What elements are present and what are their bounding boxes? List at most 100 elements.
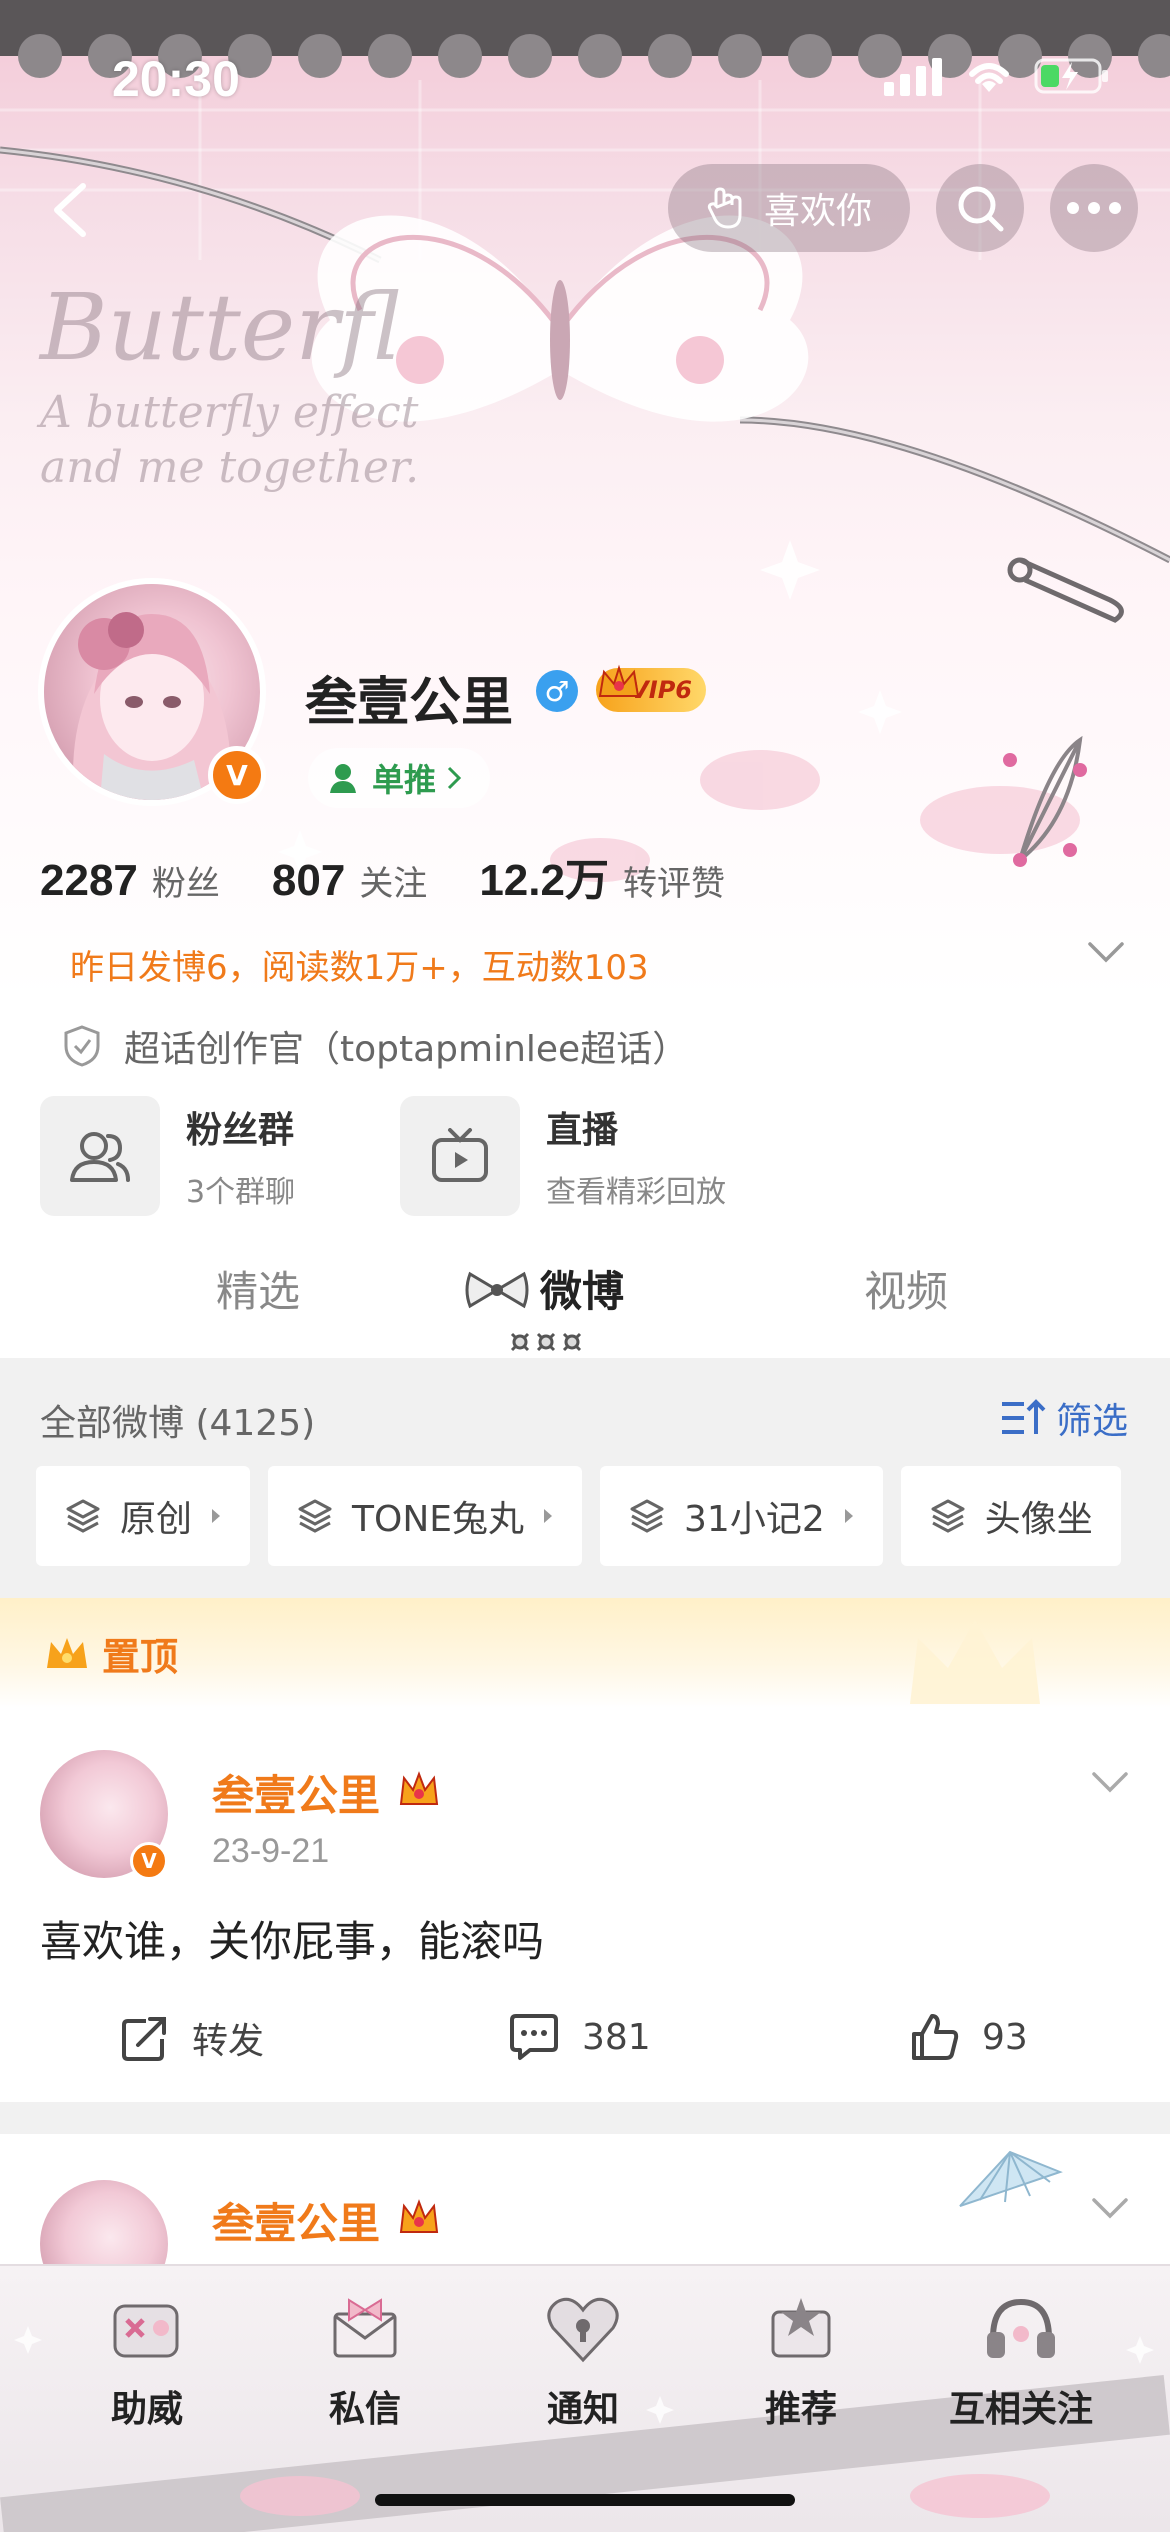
feature-subtitle: 3个群聊 [186, 1175, 296, 1210]
fans-group-icon [40, 1096, 160, 1216]
like-button[interactable]: 93 [910, 2012, 1028, 2062]
category-chips: 原创 TONE兔丸 31小记2 头像坐 [36, 1466, 1121, 1566]
chevron-left-icon [54, 183, 86, 237]
post-author[interactable]: 叁壹公里 [212, 1762, 380, 1823]
profile-tabs: 精选 微博 视频 [0, 1230, 1170, 1358]
cover-script-title: Butterfl [40, 274, 401, 381]
chip-original[interactable]: 原创 [36, 1466, 251, 1566]
layers-icon [630, 1499, 664, 1533]
cheer-icon [102, 2286, 192, 2370]
stat-following[interactable]: 807 关注 [272, 856, 427, 906]
chip-label: 头像坐 [984, 1499, 1093, 1540]
home-indicator [375, 2494, 795, 2506]
super-topic-row[interactable]: 超话创作官（toptapminlee超话） [62, 1020, 688, 1072]
caret-right-icon [544, 1509, 553, 1523]
thumbs-up-icon [912, 2014, 959, 2060]
headphones-icon [976, 2286, 1066, 2370]
vip-crown-icon [399, 2199, 439, 2233]
cover-script-text: Butterfl A butterfly effect and me toget… [40, 270, 419, 495]
heart-lock-icon [538, 2286, 628, 2370]
single-fan-tag[interactable]: 单推 [308, 748, 491, 808]
repost-button[interactable]: 转发 [120, 2012, 264, 2064]
gender-male-icon: ♂ [536, 670, 578, 712]
more-dots-icon [1067, 202, 1121, 214]
tab-notifications[interactable]: 通知 [498, 2286, 668, 2432]
activity-brief[interactable]: 昨日发博6，阅读数1万+，互动数103 [70, 940, 649, 989]
stat-value: 2287 [40, 856, 138, 905]
feed-separator [0, 2102, 1170, 2134]
post-card[interactable]: 叁壹公里 [0, 2134, 1170, 2308]
chip-notes[interactable]: 31小记2 [600, 1466, 883, 1566]
stat-label: 关注 [359, 864, 428, 904]
tab-cheer[interactable]: 助威 [62, 2286, 232, 2432]
search-icon [958, 186, 1004, 232]
live-entry[interactable]: 直播 查看精彩回放 [400, 1096, 726, 1216]
feed-filter-area: 全部微博 (4125) 筛选 原创 TONE兔丸 31小记2 头像坐 [0, 1358, 1170, 1598]
stat-interactions[interactable]: 12.2万 转评赞 [479, 844, 725, 908]
tab-label: 私信 [328, 2389, 401, 2430]
tab-recommend[interactable]: 推荐 [716, 2286, 886, 2432]
like-you-label: 喜欢你 [763, 191, 872, 232]
stat-value: 12.2万 [479, 856, 609, 905]
tab-indicator-icon [510, 1332, 582, 1352]
feature-subtitle: 查看精彩回放 [546, 1175, 726, 1210]
tab-label: 互相关注 [948, 2389, 1093, 2430]
cover-script-line1: A butterfly effect [40, 387, 419, 438]
chevron-down-icon[interactable] [1090, 2196, 1130, 2220]
stat-value: 807 [271, 856, 346, 905]
tab-video[interactable]: 视频 [864, 1258, 948, 1319]
chevron-down-icon[interactable] [1086, 940, 1126, 964]
folding-fan-icon [959, 2150, 1063, 2207]
tab-messages[interactable]: 私信 [280, 2286, 450, 2432]
tab-label: 通知 [546, 2389, 619, 2430]
post-actions: 转发 381 93 [0, 1998, 1170, 2078]
chevron-down-icon[interactable] [1090, 1770, 1130, 1794]
stat-followers[interactable]: 2287 粉丝 [40, 856, 220, 906]
chip-tone[interactable]: TONE兔丸 [268, 1466, 583, 1566]
comment-button[interactable]: 381 [508, 2012, 651, 2062]
feature-title: 粉丝群 [186, 1110, 295, 1151]
super-topic-label: 超话创作官（toptapminlee超话） [124, 1029, 689, 1070]
battery-charging-icon [1034, 58, 1108, 94]
pinned-text: 置顶 [102, 1635, 179, 1679]
tab-weibo[interactable]: 微博 [540, 1258, 624, 1319]
layers-icon [931, 1499, 965, 1533]
caret-right-icon [844, 1509, 853, 1523]
vip-crown-icon [598, 664, 640, 697]
pinned-label: 置顶 [44, 1626, 178, 1681]
back-button[interactable] [30, 170, 110, 250]
profile-name: 叁壹公里 [305, 673, 514, 733]
like-count: 93 [982, 2016, 1028, 2058]
filter-button[interactable]: 筛选 [1000, 1392, 1128, 1444]
status-bar: 20:30 [0, 40, 1170, 120]
status-icons [884, 56, 1110, 96]
post-text: 喜欢谁，关你屁事，能滚吗 [40, 1917, 545, 1966]
fans-group-entry[interactable]: 粉丝群 3个群聊 [40, 1096, 295, 1216]
post-verified-badge: V [130, 1842, 168, 1880]
wifi-icon [969, 63, 1009, 92]
all-posts-count: 全部微博 (4125) [40, 1403, 316, 1444]
bow-icon [465, 1271, 529, 1309]
post-author[interactable]: 叁壹公里 [212, 2190, 380, 2251]
layers-icon [298, 1499, 332, 1533]
tab-mutual-follow[interactable]: 互相关注 [936, 2286, 1106, 2432]
post-card[interactable]: V 叁壹公里 23-9-21 喜欢谁，关你屁事，能滚吗 转发 381 93 [0, 1708, 1170, 2102]
search-button[interactable] [936, 164, 1024, 252]
caret-right-icon [212, 1509, 221, 1523]
post-date: 23-9-21 [212, 1832, 330, 1870]
more-button[interactable] [1050, 164, 1138, 252]
stat-label: 粉丝 [151, 864, 220, 904]
comment-count: 381 [582, 2016, 651, 2058]
chip-label: TONE兔丸 [352, 1499, 525, 1540]
like-you-button[interactable]: 喜欢你 [668, 164, 910, 252]
cellular-signal-icon [884, 58, 942, 96]
tab-label: 助威 [110, 2389, 183, 2430]
user-icon [330, 764, 356, 793]
envelope-bow-icon [320, 2286, 410, 2370]
tab-featured[interactable]: 精选 [216, 1258, 300, 1319]
star-box-icon [756, 2286, 846, 2370]
chip-avatar[interactable]: 头像坐 [900, 1466, 1121, 1566]
shield-icon [64, 1025, 100, 1067]
pinned-banner: 置顶 [0, 1598, 1170, 1708]
single-fan-label: 单推 [372, 761, 437, 799]
